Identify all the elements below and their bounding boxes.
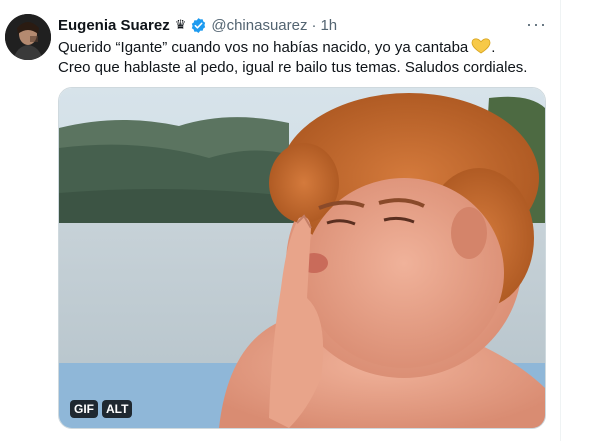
heart-hands-emoji-icon — [471, 38, 491, 54]
tweet-text: Querido “Igante” cuando vos no habías na… — [58, 38, 553, 78]
tweet-media-gif[interactable]: GIF ALT — [58, 87, 546, 429]
gif-frame-image — [59, 88, 545, 428]
verified-badge-icon — [192, 17, 206, 33]
tweet-text-line-1-end: . — [491, 39, 496, 56]
timestamp[interactable]: 1h — [320, 17, 337, 34]
tweet-header: Eugenia Suarez ♛ @chinasuarez · 1h — [58, 15, 337, 35]
separator-dot: · — [311, 16, 317, 34]
tweet-text-line-2: Creo que hablaste al pedo, igual re bail… — [58, 59, 528, 76]
crown-icon: ♛ — [174, 17, 187, 32]
alt-text-button[interactable]: ALT — [102, 400, 133, 418]
column-divider — [560, 0, 561, 441]
author-name[interactable]: Eugenia Suarez — [58, 17, 170, 34]
tweet-text-line-1: Querido “Igante” cuando vos no habías na… — [58, 38, 553, 58]
avatar[interactable] — [5, 14, 51, 60]
tweet[interactable]: Eugenia Suarez ♛ @chinasuarez · 1h ··· Q… — [0, 0, 560, 441]
author-handle[interactable]: @chinasuarez — [211, 17, 307, 34]
avatar-photo — [5, 14, 51, 60]
more-options-icon[interactable]: ··· — [526, 14, 547, 35]
gif-badge: GIF — [70, 400, 98, 418]
tweet-text-line-1-body: Querido “Igante” cuando vos no habías na… — [58, 39, 469, 56]
